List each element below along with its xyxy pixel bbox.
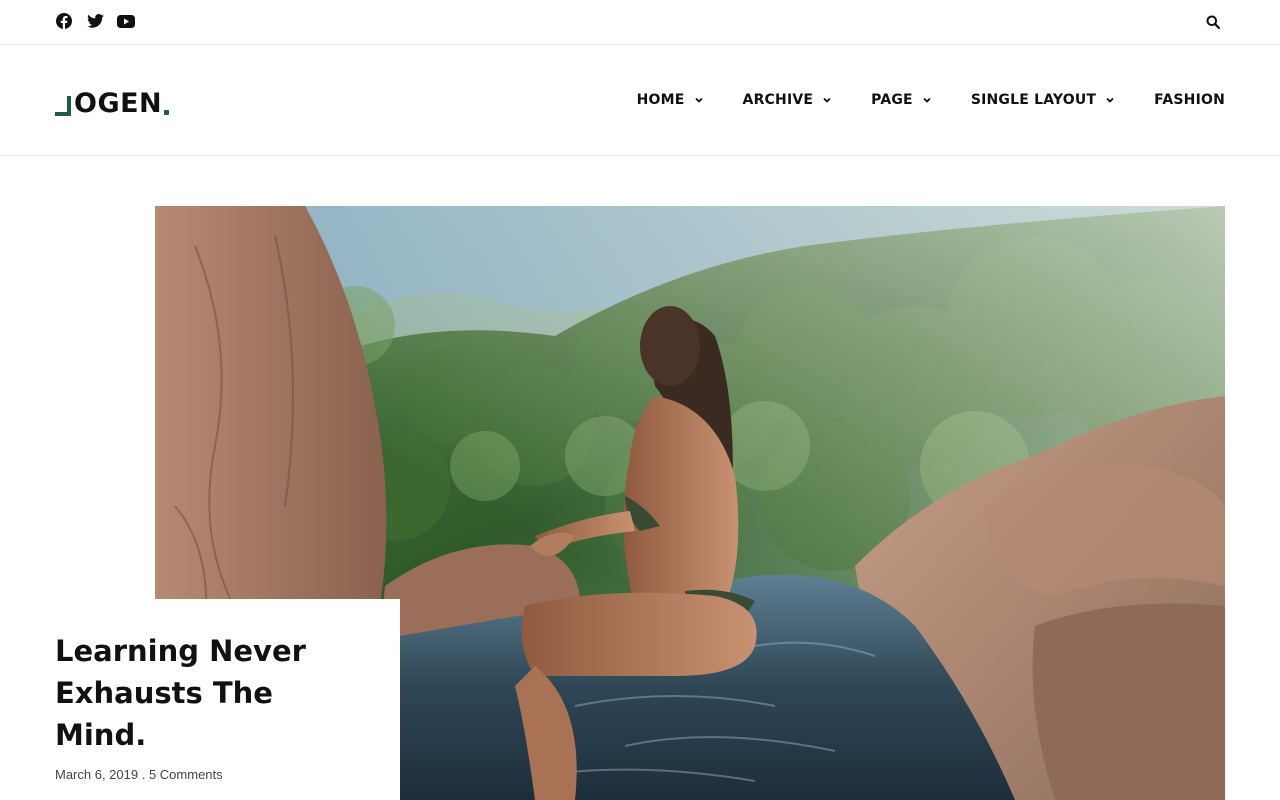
social-links: [55, 12, 135, 30]
nav-item-single-layout[interactable]: SINGLE LAYOUT: [971, 92, 1115, 108]
nav-item-label: ARCHIVE: [742, 92, 814, 108]
nav-item-label: HOME: [636, 92, 685, 108]
twitter-icon[interactable]: [86, 12, 104, 30]
logo-text: OGEN: [74, 88, 163, 119]
youtube-icon[interactable]: [117, 12, 135, 30]
nav-item-home[interactable]: HOME: [637, 92, 704, 108]
nav-item-archive[interactable]: ARCHIVE: [743, 92, 833, 108]
nav-item-label: SINGLE LAYOUT: [970, 92, 1097, 108]
nav-item-label: FASHION: [1154, 92, 1225, 108]
nav-item-label: PAGE: [871, 92, 913, 108]
post-title[interactable]: Learning Never Exhausts The Mind.: [55, 630, 355, 756]
chevron-down-icon: [923, 97, 931, 103]
site-header: OGEN HOME ARCHIVE PAGE SINGLE LAYOUT FAS…: [0, 45, 1280, 156]
search-icon[interactable]: [1206, 15, 1222, 31]
logo-dot: [164, 110, 170, 115]
nav-item-fashion[interactable]: FASHION: [1154, 92, 1225, 108]
top-bar: [0, 0, 1280, 45]
chevron-down-icon: [1106, 97, 1114, 103]
post-meta: March 6, 2019 . 5 Comments: [55, 767, 400, 782]
facebook-icon[interactable]: [55, 12, 73, 30]
post-comments-link[interactable]: 5 Comments: [149, 767, 223, 782]
logo-mark-icon: [55, 96, 71, 116]
nav-item-page[interactable]: PAGE: [871, 92, 932, 108]
meta-separator: .: [138, 767, 149, 782]
post-date: March 6, 2019: [55, 767, 139, 782]
chevron-down-icon: [694, 97, 703, 103]
chevron-down-icon: [823, 97, 831, 103]
main-nav: HOME ARCHIVE PAGE SINGLE LAYOUT FASHION: [637, 92, 1225, 108]
site-logo[interactable]: OGEN: [55, 86, 170, 119]
post-card: Learning Never Exhausts The Mind. March …: [0, 599, 400, 800]
